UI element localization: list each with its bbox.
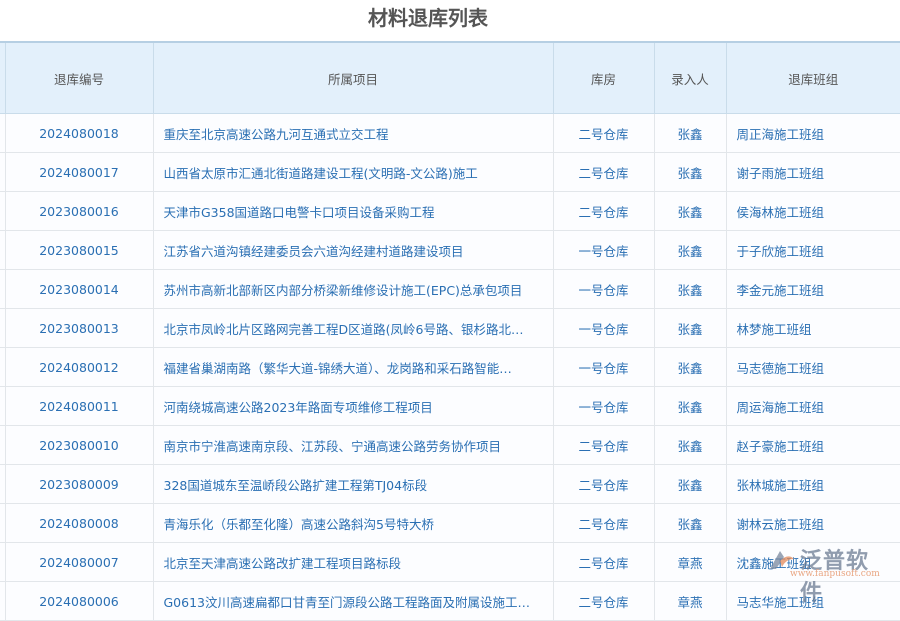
table-row[interactable]: 2023080014苏州市高新北部新区内部分桥梁新维修设计施工(EPC)总承包项… (0, 270, 900, 309)
cell-warehouse: 二号仓库 (553, 153, 654, 192)
cell-return-no[interactable]: 2024080006 (5, 582, 153, 621)
cell-team: 于子欣施工班组 (726, 231, 900, 270)
cell-project[interactable]: 福建省巢湖南路（繁华大道-锦绣大道）、龙岗路和采石路智能… (153, 348, 553, 387)
cell-team: 周运海施工班组 (726, 387, 900, 426)
cell-recorder: 张鑫 (654, 426, 726, 465)
cell-return-no[interactable]: 2024080011 (5, 387, 153, 426)
cell-recorder: 张鑫 (654, 309, 726, 348)
cell-warehouse: 二号仓库 (553, 426, 654, 465)
cell-warehouse: 二号仓库 (553, 504, 654, 543)
cell-project[interactable]: 天津市G358国道路口电警卡口项目设备采购工程 (153, 192, 553, 231)
table-row[interactable]: 2023080013北京市凤岭北片区路网完善工程D区道路(凤岭6号路、银杉路北…… (0, 309, 900, 348)
cell-warehouse: 一号仓库 (553, 231, 654, 270)
cell-team: 林梦施工班组 (726, 309, 900, 348)
cell-project[interactable]: 328国道城东至温峤段公路扩建工程第TJ04标段 (153, 465, 553, 504)
cell-project[interactable]: 山西省太原市汇通北街道路建设工程(文明路-文公路)施工 (153, 153, 553, 192)
cell-return-no[interactable]: 2023080013 (5, 309, 153, 348)
cell-project[interactable]: 北京至天津高速公路改扩建工程项目路标段 (153, 543, 553, 582)
cell-recorder: 张鑫 (654, 270, 726, 309)
header-project[interactable]: 所属项目 (153, 42, 553, 114)
cell-team: 赵子豪施工班组 (726, 426, 900, 465)
table-row[interactable]: 2023080009328国道城东至温峤段公路扩建工程第TJ04标段二号仓库张鑫… (0, 465, 900, 504)
return-list-table: 退库编号 所属项目 库房 录入人 退库班组 2024080018重庆至北京高速公… (0, 41, 900, 621)
cell-warehouse: 一号仓库 (553, 348, 654, 387)
header-warehouse[interactable]: 库房 (553, 42, 654, 114)
cell-recorder: 张鑫 (654, 231, 726, 270)
cell-project[interactable]: 苏州市高新北部新区内部分桥梁新维修设计施工(EPC)总承包项目 (153, 270, 553, 309)
cell-team: 李金元施工班组 (726, 270, 900, 309)
cell-return-no[interactable]: 2023080010 (5, 426, 153, 465)
page-title: 材料退库列表 (0, 0, 856, 40)
table-row[interactable]: 2023080010南京市宁淮高速南京段、江苏段、宁通高速公路劳务协作项目二号仓… (0, 426, 900, 465)
cell-return-no[interactable]: 2023080016 (5, 192, 153, 231)
table-row[interactable]: 2024080006G0613汶川高速扁都口甘青至门源段公路工程路面及附属设施工… (0, 582, 900, 621)
cell-warehouse: 二号仓库 (553, 192, 654, 231)
cell-recorder: 张鑫 (654, 153, 726, 192)
table-row[interactable]: 2024080008青海乐化（乐都至化隆）高速公路斜沟5号特大桥二号仓库张鑫谢林… (0, 504, 900, 543)
cell-project[interactable]: 河南绕城高速公路2023年路面专项维修工程项目 (153, 387, 553, 426)
cell-warehouse: 一号仓库 (553, 270, 654, 309)
header-return-no[interactable]: 退库编号 (5, 42, 153, 114)
table-row[interactable]: 2024080011河南绕城高速公路2023年路面专项维修工程项目一号仓库张鑫周… (0, 387, 900, 426)
table-row[interactable]: 2024080017山西省太原市汇通北街道路建设工程(文明路-文公路)施工二号仓… (0, 153, 900, 192)
cell-team: 谢子雨施工班组 (726, 153, 900, 192)
header-team[interactable]: 退库班组 (726, 42, 900, 114)
cell-recorder: 张鑫 (654, 192, 726, 231)
cell-project[interactable]: 青海乐化（乐都至化隆）高速公路斜沟5号特大桥 (153, 504, 553, 543)
cell-recorder: 张鑫 (654, 348, 726, 387)
cell-team: 张林城施工班组 (726, 465, 900, 504)
cell-recorder: 张鑫 (654, 114, 726, 153)
table-row[interactable]: 2023080016天津市G358国道路口电警卡口项目设备采购工程二号仓库张鑫侯… (0, 192, 900, 231)
cell-return-no[interactable]: 2023080014 (5, 270, 153, 309)
cell-team: 周正海施工班组 (726, 114, 900, 153)
table-row[interactable]: 2024080018重庆至北京高速公路九河互通式立交工程二号仓库张鑫周正海施工班… (0, 114, 900, 153)
cell-recorder: 张鑫 (654, 504, 726, 543)
cell-warehouse: 一号仓库 (553, 309, 654, 348)
cell-warehouse: 一号仓库 (553, 387, 654, 426)
cell-return-no[interactable]: 2024080017 (5, 153, 153, 192)
watermark-logo: 泛普软件 www.fanpusoft.com (760, 543, 890, 583)
cell-recorder: 章燕 (654, 582, 726, 621)
header-recorder[interactable]: 录入人 (654, 42, 726, 114)
cell-team: 谢林云施工班组 (726, 504, 900, 543)
cell-warehouse: 二号仓库 (553, 465, 654, 504)
table-row[interactable]: 2023080015江苏省六道沟镇经建委员会六道沟经建村道路建设项目一号仓库张鑫… (0, 231, 900, 270)
cell-return-no[interactable]: 2023080015 (5, 231, 153, 270)
cell-recorder: 张鑫 (654, 465, 726, 504)
cell-warehouse: 二号仓库 (553, 582, 654, 621)
table-header: 退库编号 所属项目 库房 录入人 退库班组 (0, 42, 900, 114)
cell-recorder: 章燕 (654, 543, 726, 582)
cell-project[interactable]: 北京市凤岭北片区路网完善工程D区道路(凤岭6号路、银杉路北… (153, 309, 553, 348)
cell-project[interactable]: G0613汶川高速扁都口甘青至门源段公路工程路面及附属设施工… (153, 582, 553, 621)
cell-warehouse: 二号仓库 (553, 543, 654, 582)
cell-recorder: 张鑫 (654, 387, 726, 426)
cell-project[interactable]: 江苏省六道沟镇经建委员会六道沟经建村道路建设项目 (153, 231, 553, 270)
cell-return-no[interactable]: 2024080008 (5, 504, 153, 543)
cell-project[interactable]: 南京市宁淮高速南京段、江苏段、宁通高速公路劳务协作项目 (153, 426, 553, 465)
cell-return-no[interactable]: 2023080009 (5, 465, 153, 504)
cell-team: 侯海林施工班组 (726, 192, 900, 231)
cell-return-no[interactable]: 2024080018 (5, 114, 153, 153)
cell-project[interactable]: 重庆至北京高速公路九河互通式立交工程 (153, 114, 553, 153)
cell-return-no[interactable]: 2024080012 (5, 348, 153, 387)
cell-warehouse: 二号仓库 (553, 114, 654, 153)
table-row[interactable]: 2024080012福建省巢湖南路（繁华大道-锦绣大道）、龙岗路和采石路智能…一… (0, 348, 900, 387)
logo-url: www.fanpusoft.com (790, 569, 880, 579)
cell-team: 马志德施工班组 (726, 348, 900, 387)
cell-return-no[interactable]: 2024080007 (5, 543, 153, 582)
